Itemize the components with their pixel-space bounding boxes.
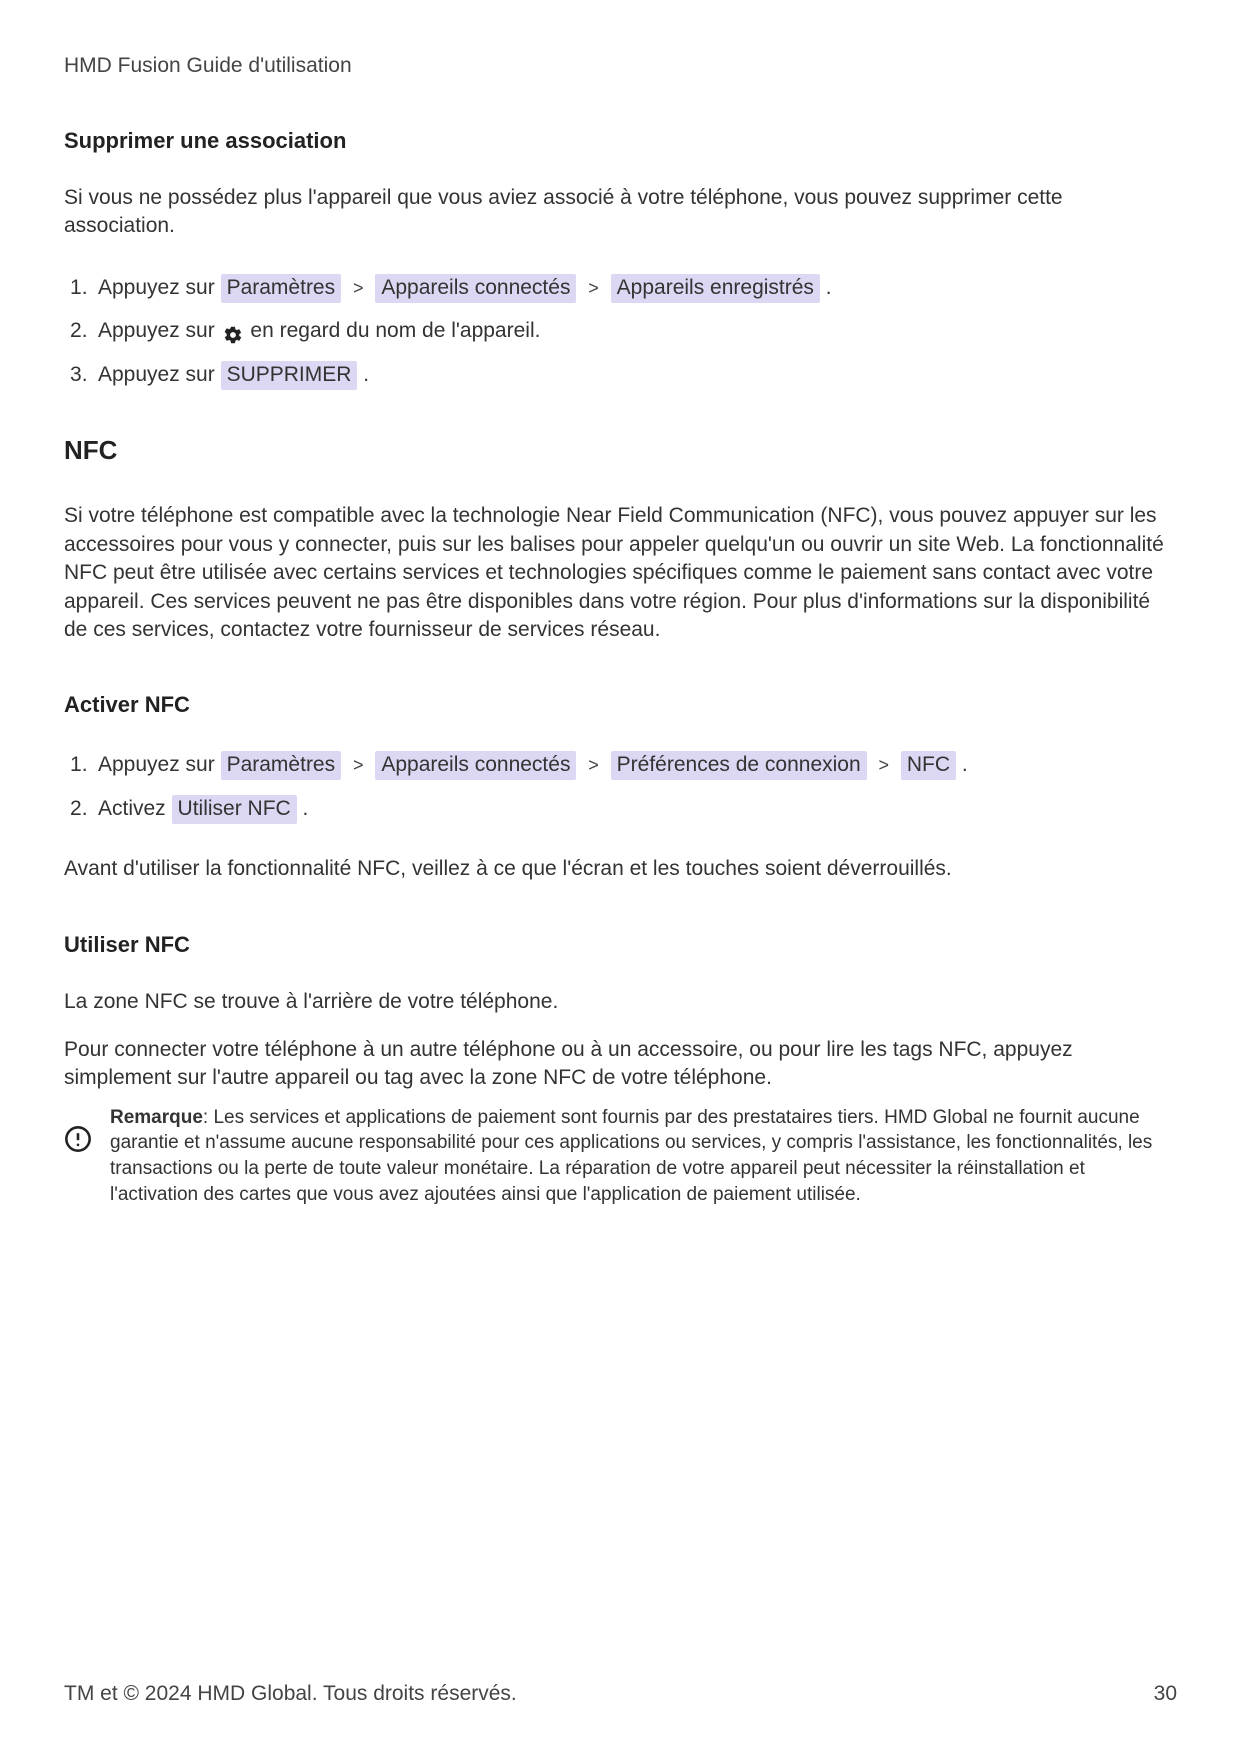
chevron-right-icon: > (588, 274, 599, 303)
list-item: Activez Utiliser NFC . (76, 792, 1177, 826)
note-block: Remarque: Les services et applications d… (64, 1105, 1177, 1208)
chip-nfc: NFC (901, 751, 956, 780)
warning-icon (64, 1125, 92, 1153)
step-text: . (962, 753, 968, 776)
list-item: Appuyez sur Paramètres > Appareils conne… (76, 748, 1177, 782)
nfc-intro-text: Si votre téléphone est compatible avec l… (64, 502, 1177, 644)
heading-utiliser-nfc: Utiliser NFC (64, 932, 1177, 958)
chevron-right-icon: > (879, 751, 890, 780)
list-item: Appuyez sur Paramètres > Appareils conne… (76, 271, 1177, 305)
copyright-text: TM et © 2024 HMD Global. Tous droits rés… (64, 1682, 517, 1706)
heading-nfc: NFC (64, 435, 1177, 466)
step-text: Activez (98, 797, 172, 820)
chip-supprimer: SUPPRIMER (221, 361, 358, 390)
step-text: en regard du nom de l'appareil. (250, 319, 540, 342)
heading-delete-association: Supprimer une association (64, 128, 1177, 154)
use-nfc-p2: Pour connecter votre téléphone à un autr… (64, 1036, 1177, 1093)
step-text: Appuyez sur (98, 319, 221, 342)
chevron-right-icon: > (588, 751, 599, 780)
delete-intro-text: Si vous ne possédez plus l'appareil que … (64, 184, 1177, 241)
delete-steps-list: Appuyez sur Paramètres > Appareils conne… (76, 271, 1177, 392)
step-text: Appuyez sur (98, 363, 221, 386)
nfc-unlock-note: Avant d'utiliser la fonctionnalité NFC, … (64, 855, 1177, 883)
note-label: Remarque (110, 1107, 203, 1128)
heading-activer-nfc: Activer NFC (64, 692, 1177, 718)
chevron-right-icon: > (353, 274, 364, 303)
list-item: Appuyez sur en regard du nom de l'appare… (76, 314, 1177, 348)
chip-parametres: Paramètres (221, 751, 342, 780)
chevron-right-icon: > (353, 751, 364, 780)
note-text: Remarque: Les services et applications d… (110, 1105, 1177, 1208)
step-text: . (363, 363, 369, 386)
step-text: . (303, 797, 309, 820)
activate-steps-list: Appuyez sur Paramètres > Appareils conne… (76, 748, 1177, 825)
chip-parametres: Paramètres (221, 274, 342, 303)
step-text: Appuyez sur (98, 276, 221, 299)
chip-utiliser-nfc: Utiliser NFC (172, 795, 297, 824)
chip-appareils-connectes: Appareils connectés (375, 274, 576, 303)
doc-title: HMD Fusion Guide d'utilisation (64, 54, 1177, 78)
gear-icon (223, 322, 243, 342)
step-text: Appuyez sur (98, 753, 221, 776)
list-item: Appuyez sur SUPPRIMER . (76, 358, 1177, 392)
chip-appareils-connectes: Appareils connectés (375, 751, 576, 780)
page-footer: TM et © 2024 HMD Global. Tous droits rés… (64, 1682, 1177, 1706)
use-nfc-p1: La zone NFC se trouve à l'arrière de vot… (64, 988, 1177, 1016)
chip-preferences-connexion: Préférences de connexion (611, 751, 867, 780)
page-number: 30 (1154, 1682, 1177, 1706)
note-body: : Les services et applications de paieme… (110, 1107, 1152, 1205)
chip-appareils-enregistres: Appareils enregistrés (611, 274, 820, 303)
step-text: . (826, 276, 832, 299)
